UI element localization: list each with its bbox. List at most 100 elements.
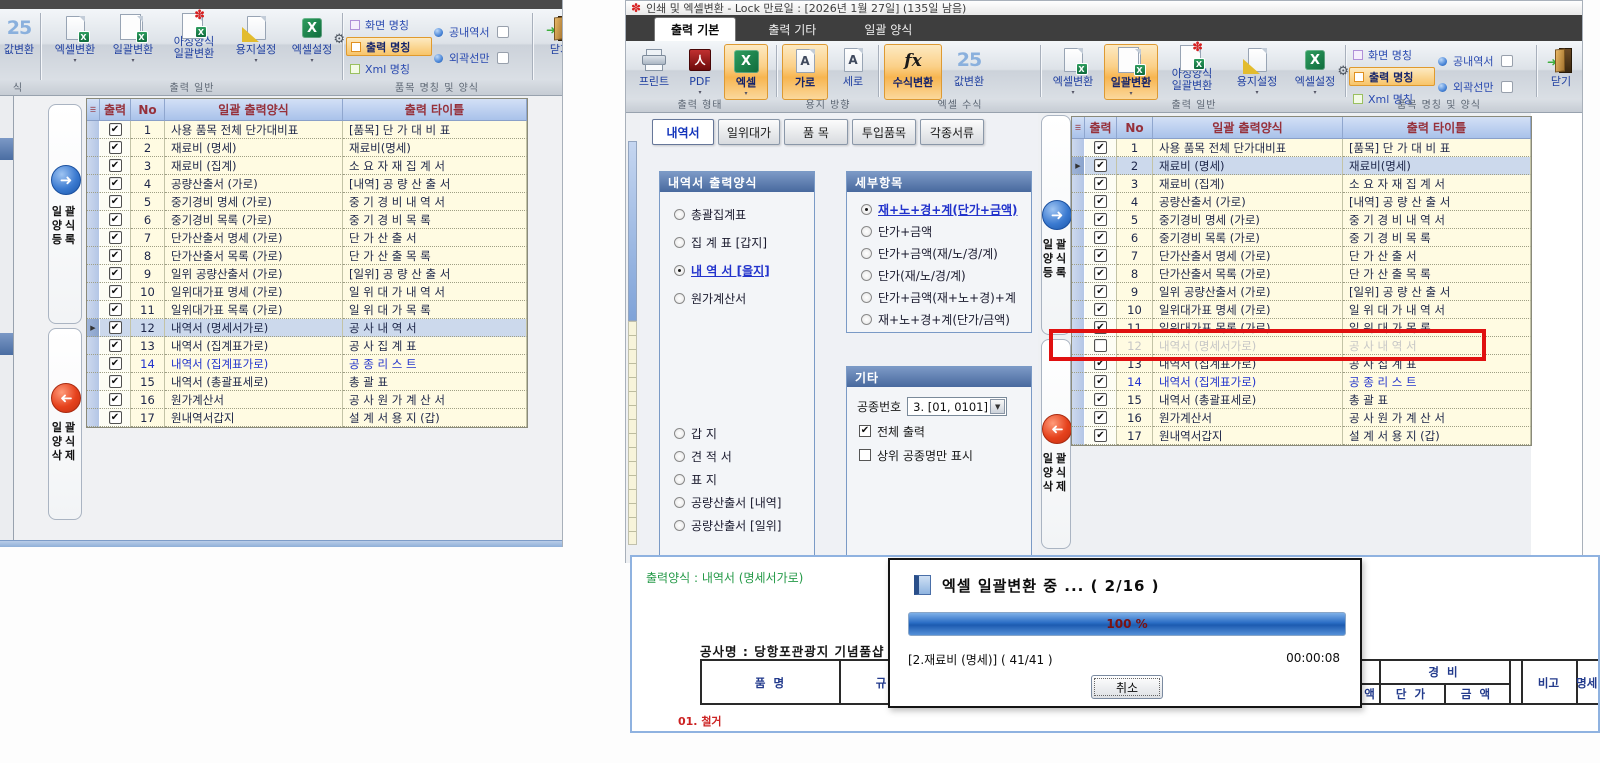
table-row[interactable]: ✔15내역서 (총괄표세로)총 괄 표 — [1072, 391, 1531, 409]
row-checkbox[interactable]: ✔ — [1094, 159, 1107, 172]
table-row[interactable]: ✔7단가산출서 명세 (가로)단 가 산 출 서 — [87, 229, 527, 247]
row-checkbox[interactable]: ✔ — [1094, 267, 1107, 280]
close-button[interactable]: ➜ 닫기 — [1540, 44, 1582, 100]
paper-setup-button[interactable]: 용지설정 ▾ — [230, 12, 282, 68]
output-checkbox-cell[interactable]: ✔ — [100, 229, 131, 247]
checkbox-icon[interactable]: ✔ — [859, 425, 871, 437]
table-row[interactable]: ✔2재료비 (명세)재료비(명세) — [87, 139, 527, 157]
radio-icon[interactable] — [861, 204, 872, 215]
table-row[interactable]: ✔17원내역서갑지설 계 서 용 지 (갑) — [1072, 427, 1531, 445]
row-checkbox[interactable]: ✔ — [1094, 393, 1107, 406]
table-row[interactable]: ✔3재료비 (집계)소 요 자 재 집 계 서 — [1072, 175, 1531, 193]
radio-icon[interactable] — [861, 226, 872, 237]
tab-output-etc[interactable]: 출력 기타 — [752, 18, 832, 41]
table-row[interactable]: ✔10일위대가표 명세 (가로)일 위 대 가 내 역 서 — [1072, 301, 1531, 319]
radio-icon[interactable] — [861, 292, 872, 303]
batch-delete-arrow-icon[interactable]: ➜ — [51, 383, 81, 413]
output-checkbox-cell[interactable]: ✔ — [100, 319, 131, 337]
table-row[interactable]: ✔4공량산출서 (가로)[내역] 공 량 산 출 서 — [1072, 193, 1531, 211]
output-checkbox-cell[interactable]: ✔ — [1085, 157, 1117, 175]
table-row[interactable]: ✔15내역서 (총괄표세로)총 괄 표 — [87, 373, 527, 391]
output-checkbox-cell[interactable]: ✔ — [1085, 427, 1117, 445]
output-checkbox-cell[interactable]: ✔ — [1085, 301, 1117, 319]
dropdown-arrow-icon[interactable]: ▼ — [990, 399, 1005, 414]
radio-icon[interactable] — [861, 314, 872, 325]
row-checkbox[interactable]: ✔ — [109, 159, 122, 172]
name-option[interactable]: 화면 명칭 — [346, 15, 432, 34]
output-checkbox-cell[interactable]: ✔ — [100, 355, 131, 373]
check-option[interactable]: ✔전체 출력 — [859, 419, 973, 443]
row-checkbox[interactable]: ✔ — [1094, 285, 1107, 298]
radio-icon[interactable] — [674, 451, 685, 462]
table-row[interactable]: ✔5중기경비 명세 (가로)중 기 경 비 내 역 서 — [87, 193, 527, 211]
panel-tab-naeyeokseo[interactable]: 내역서 — [652, 119, 714, 145]
output-checkbox-cell[interactable]: ✔ — [100, 301, 131, 319]
batch-register-arrow-icon[interactable]: ➜ — [51, 165, 81, 195]
row-checkbox[interactable]: ✔ — [109, 195, 122, 208]
paper-setup-button[interactable]: 용지설정 ▾ — [1230, 44, 1284, 100]
excel-setup-button[interactable]: X⚙ 엑셀설정 ▾ — [286, 12, 338, 68]
radio-option[interactable]: 공량산출서 [일위] — [664, 514, 812, 537]
radio-option[interactable]: 총괄집계표 — [664, 200, 812, 228]
table-row[interactable]: ✔9일위 공량산출서 (가로)[일위] 공 량 산 출 서 — [87, 265, 527, 283]
row-checkbox[interactable]: ✔ — [1094, 195, 1107, 208]
output-checkbox-cell[interactable]: ✔ — [1085, 409, 1117, 427]
row-checkbox[interactable]: ✔ — [109, 303, 122, 316]
print-button[interactable]: 프린트 — [632, 44, 676, 100]
checkbox-icon[interactable] — [1354, 72, 1364, 82]
row-checkbox[interactable]: ✔ — [109, 393, 122, 406]
table-row[interactable]: ✔1사용 품목 전체 단가대비표[품목] 단 가 대 비 표 — [1072, 139, 1531, 157]
checkbox-icon[interactable] — [859, 449, 871, 461]
table-row[interactable]: ✔9일위 공량산출서 (가로)[일위] 공 량 산 출 서 — [1072, 283, 1531, 301]
row-checkbox[interactable]: ✔ — [109, 231, 122, 244]
portrait-button[interactable]: A 세로 — [832, 44, 874, 100]
output-checkbox-cell[interactable]: ✔ — [100, 337, 131, 355]
radio-option[interactable]: 단가+금액 — [851, 220, 1029, 242]
output-checkbox-cell[interactable]: ✔ — [1085, 193, 1117, 211]
row-checkbox[interactable]: ✔ — [109, 411, 122, 424]
output-checkbox-cell[interactable]: ✔ — [1085, 265, 1117, 283]
row-checkbox[interactable]: ✔ — [1094, 141, 1107, 154]
checkbox-icon[interactable] — [1353, 50, 1363, 60]
option-checkbox[interactable] — [497, 26, 509, 38]
row-checkbox[interactable]: ✔ — [1094, 411, 1107, 424]
excel-convert-button[interactable]: X 엑셀변환 ▾ — [48, 12, 102, 68]
panel-tab-seoryu[interactable]: 각종서류 — [920, 119, 984, 145]
table-row[interactable]: ▶✔2재료비 (명세)재료비(명세) — [1072, 157, 1531, 175]
row-checkbox[interactable]: ✔ — [109, 141, 122, 154]
table-row[interactable]: ✔8단가산출서 목록 (가로)단 가 산 출 목 록 — [87, 247, 527, 265]
radio-option[interactable]: 집 계 표 [갑지] — [664, 228, 812, 256]
batch-convert-button[interactable]: X 일괄변환 ▾ — [106, 12, 160, 68]
table-row[interactable]: ✔13내역서 (집계표가로)공 사 집 계 표 — [87, 337, 527, 355]
output-checkbox-cell[interactable]: ✔ — [100, 157, 131, 175]
output-checkbox-cell[interactable]: ✔ — [100, 139, 131, 157]
radio-option[interactable]: 단가(재/노/경/계) — [851, 264, 1029, 286]
output-checkbox-cell[interactable]: ✔ — [100, 409, 131, 427]
table-row[interactable]: ✔5중기경비 명세 (가로)중 기 경 비 내 역 서 — [1072, 211, 1531, 229]
row-checkbox[interactable]: ✔ — [109, 123, 122, 136]
row-checkbox[interactable]: ✔ — [1094, 429, 1107, 442]
option-checkbox[interactable] — [1501, 81, 1513, 93]
panel-tab-pummok[interactable]: 품 목 — [784, 119, 848, 145]
name-option[interactable]: 출력 명칭 — [1349, 67, 1435, 86]
bullet-option[interactable]: 외곽선만 — [434, 45, 509, 71]
radio-icon[interactable] — [674, 497, 685, 508]
row-checkbox[interactable]: ✔ — [109, 249, 122, 262]
batch-register-arrow-icon[interactable]: ➜ — [1042, 200, 1072, 230]
formula-convert-button[interactable]: fx 수식변환 — [884, 44, 942, 100]
output-checkbox-cell[interactable]: ✔ — [100, 391, 131, 409]
row-checkbox[interactable]: ✔ — [109, 213, 122, 226]
output-checkbox-cell[interactable]: ✔ — [1085, 373, 1117, 391]
row-checkbox[interactable]: ✔ — [109, 357, 122, 370]
table-row[interactable]: ✔11일위대가표 목록 (가로)일 위 대 가 목 록 — [87, 301, 527, 319]
radio-option[interactable]: 단가+금액(재+노+경)+계 — [851, 286, 1029, 308]
radio-option[interactable]: 단가+금액(재/노/경/계) — [851, 242, 1029, 264]
checkbox-icon[interactable] — [350, 64, 360, 74]
output-checkbox-cell[interactable]: ✔ — [100, 121, 131, 139]
radio-icon[interactable] — [674, 237, 685, 248]
table-row[interactable]: ✔7단가산출서 명세 (가로)단 가 산 출 서 — [1072, 247, 1531, 265]
landscape-button[interactable]: A 가로 — [782, 44, 828, 100]
output-checkbox-cell[interactable]: ✔ — [1085, 247, 1117, 265]
value-convert-button[interactable]: 25 값변환 — [946, 44, 992, 100]
radio-option[interactable]: 공량산출서 [내역] — [664, 491, 812, 514]
